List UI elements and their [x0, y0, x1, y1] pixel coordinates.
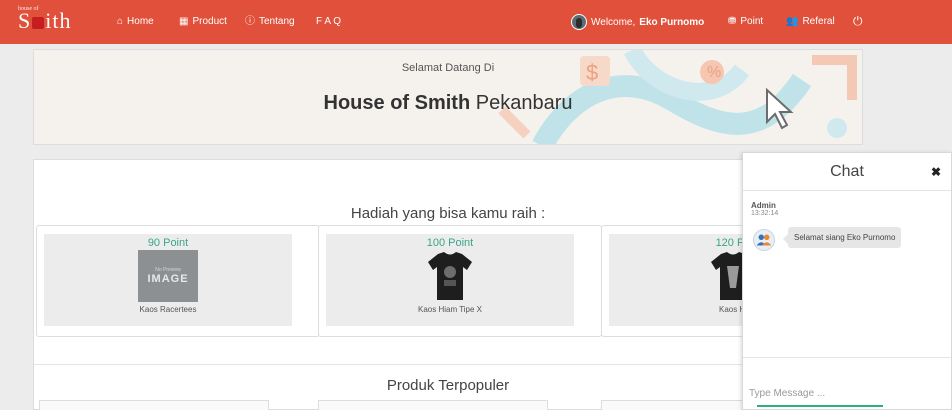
- reward-name: Kaos Hiam Tipe X: [417, 305, 483, 314]
- top-navbar: house of Sith ⌂ Home ▦ Product ⓘ Tentang…: [0, 0, 952, 44]
- tshirt-image: [428, 252, 472, 300]
- gift-icon: ⛃: [728, 15, 737, 27]
- chat-header: Chat ✖: [743, 153, 951, 191]
- home-icon: ⌂: [117, 15, 124, 27]
- banner-subtitle: Selamat Datang Di: [401, 62, 495, 74]
- user-avatar: [571, 14, 587, 30]
- reward-points: 100 Point: [426, 237, 474, 249]
- brand-logo-small-text: house of: [18, 6, 39, 12]
- nav-home-label: Home: [127, 16, 154, 27]
- section-divider: [34, 364, 862, 365]
- nav-welcome[interactable]: Welcome, Eko Purnomo: [571, 14, 704, 30]
- message-input[interactable]: [749, 388, 889, 399]
- main-panel: Hadiah yang bisa kamu raih : 90 Point No…: [33, 159, 885, 410]
- reward-card-body: 90 Point No Preview IMAGE Kaos Racertees: [44, 234, 292, 326]
- reward-card[interactable]: 100 Point Kaos Hiam Tipe X: [318, 225, 602, 337]
- nav-product[interactable]: ▦ Product: [179, 16, 227, 27]
- nav-faq[interactable]: F A Q: [316, 16, 341, 27]
- nav-referal-label: Referal: [802, 16, 835, 27]
- nav-point-label: Point: [740, 16, 764, 27]
- nav-point[interactable]: ⛃ Point: [728, 16, 763, 27]
- nav-faq-label: F A Q: [316, 16, 342, 27]
- nav-home[interactable]: ⌂ Home: [117, 16, 154, 27]
- brand-logo[interactable]: house of Sith: [18, 6, 72, 33]
- reward-name: Kaos Racertees: [139, 305, 197, 314]
- reward-card[interactable]: 90 Point No Preview IMAGE Kaos Racertees: [36, 225, 320, 337]
- logout-button[interactable]: ⏻: [853, 14, 863, 29]
- users-icon: 👥: [786, 15, 799, 27]
- popular-card[interactable]: [39, 400, 269, 410]
- welcome-prefix: Welcome,: [591, 16, 636, 28]
- popular-card[interactable]: [318, 400, 548, 410]
- message-timestamp: 13:32:14: [751, 210, 779, 217]
- message-bubble: Selamat siang Eko Purnomo: [782, 227, 902, 248]
- chat-footer: [743, 357, 951, 410]
- nav-tentang[interactable]: ⓘ Tentang: [245, 16, 295, 27]
- brand-logo-mark: [32, 17, 45, 29]
- popular-heading: Produk Terpopuler: [386, 377, 510, 394]
- nav-tentang-label: Tentang: [259, 16, 295, 27]
- message-sender: Admin: [751, 201, 776, 210]
- info-icon: ⓘ: [245, 15, 255, 27]
- input-underline: [757, 405, 883, 407]
- rewards-heading: Hadiah yang bisa kamu raih :: [350, 205, 546, 222]
- welcome-name: Eko Purnomo: [639, 16, 705, 28]
- no-preview-image: No Preview IMAGE: [138, 250, 198, 302]
- grid-icon: ▦: [179, 15, 189, 27]
- chat-title: Chat: [830, 163, 864, 180]
- close-icon[interactable]: ✖: [931, 165, 941, 179]
- welcome-banner: % $ Selamat Datang Di House of Smith Pek…: [33, 49, 863, 145]
- power-icon: ⏻: [853, 14, 863, 28]
- nav-product-label: Product: [192, 16, 227, 27]
- reward-card-body: 100 Point Kaos Hiam Tipe X: [326, 234, 574, 326]
- nav-referal[interactable]: 👥 Referal: [786, 16, 835, 27]
- reward-points: 90 Point: [147, 237, 189, 249]
- brand-logo-main-text: Sith: [18, 8, 72, 33]
- banner-title: House of Smith Pekanbaru: [323, 92, 573, 114]
- admin-avatar: [753, 229, 775, 251]
- chat-panel: Chat ✖ Admin 13:32:14 Selamat siang Eko …: [742, 152, 952, 410]
